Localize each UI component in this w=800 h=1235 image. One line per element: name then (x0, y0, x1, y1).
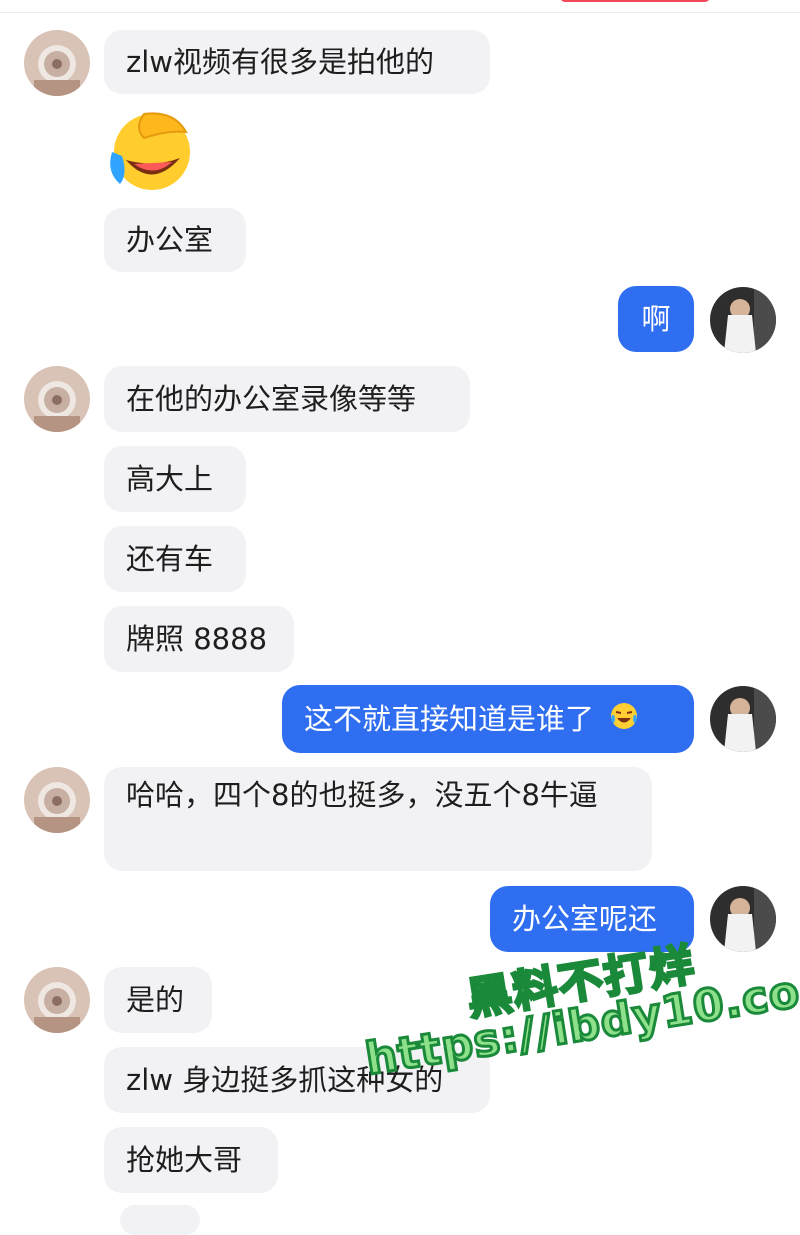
contact-avatar[interactable] (24, 967, 90, 1033)
chat-thread: zlw视频有很多是拍他的 办公室 啊 在他的办公室录像等等 高大上 还有车 牌照… (0, 0, 800, 1235)
message-text: 哈哈，四个8的也挺多，没五个8牛逼 (126, 778, 598, 812)
message-bubble-incoming[interactable]: 高大上 (104, 446, 246, 512)
my-avatar[interactable] (710, 287, 776, 353)
message-bubble-incoming[interactable]: 办公室 (104, 208, 246, 272)
message-bubble-outgoing[interactable]: 办公室呢还 (490, 886, 694, 952)
message-bubble-incoming[interactable]: zlw 身边挺多抓这种女的 (104, 1047, 490, 1113)
message-bubble-incoming[interactable]: 是的 (104, 967, 212, 1033)
message-text: 还有车 (126, 542, 214, 576)
message-bubble-incoming[interactable]: 还有车 (104, 526, 246, 592)
message-bubble-outgoing[interactable]: 啊 (618, 286, 694, 352)
tears-of-joy-emoji (609, 687, 639, 755)
message-text: 啊 (641, 302, 671, 336)
message-bubble-incoming[interactable]: 牌照 8888 (104, 606, 294, 672)
message-text: 这不就直接知道是谁了 (304, 702, 595, 736)
message-text: 高大上 (126, 462, 214, 496)
message-bubble-incoming[interactable]: zlw视频有很多是拍他的 (104, 30, 490, 94)
message-text: zlw 身边挺多抓这种女的 (126, 1063, 444, 1097)
message-text: 在他的办公室录像等等 (126, 382, 417, 416)
message-text: 办公室 (126, 223, 214, 257)
facepalm-laughing-crying-emoji[interactable] (104, 108, 196, 192)
contact-avatar[interactable] (24, 767, 90, 833)
message-bubble-incoming[interactable]: 在他的办公室录像等等 (104, 366, 470, 432)
message-text: 办公室呢还 (512, 902, 658, 936)
my-avatar[interactable] (710, 686, 776, 752)
message-bubble-outgoing[interactable]: 这不就直接知道是谁了 (282, 685, 694, 753)
contact-avatar[interactable] (24, 366, 90, 432)
message-bubble-partial (120, 1205, 200, 1235)
contact-avatar[interactable] (24, 30, 90, 96)
message-text: 牌照 8888 (126, 622, 268, 656)
message-text: 是的 (126, 983, 185, 1017)
my-avatar[interactable] (710, 886, 776, 952)
message-bubble-incoming[interactable]: 哈哈，四个8的也挺多，没五个8牛逼 (104, 767, 652, 871)
message-bubble-incoming[interactable]: 抢她大哥 (104, 1127, 278, 1193)
message-text: zlw视频有很多是拍他的 (126, 45, 434, 79)
message-text: 抢她大哥 (126, 1143, 243, 1177)
